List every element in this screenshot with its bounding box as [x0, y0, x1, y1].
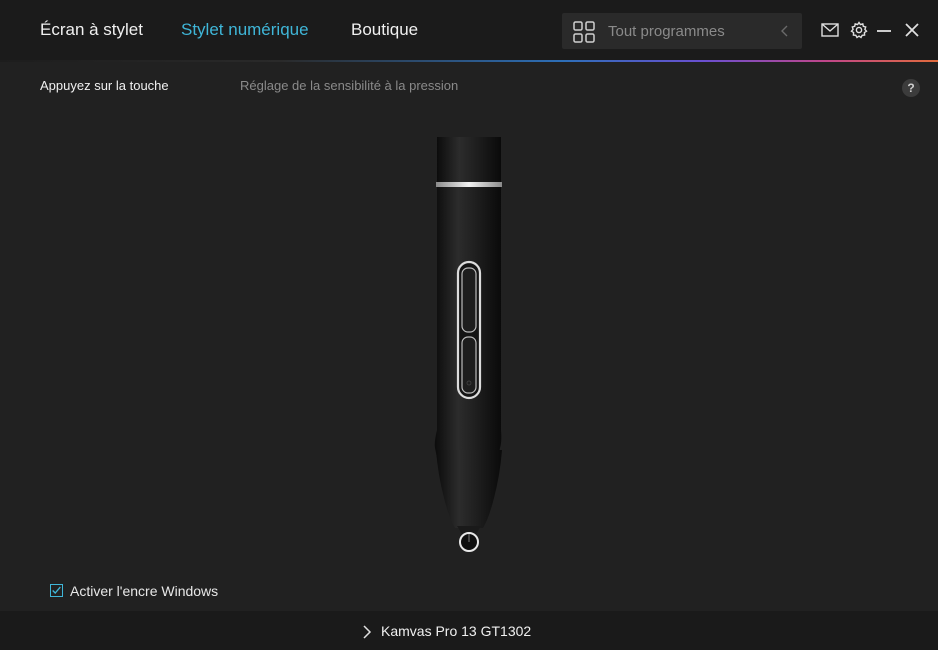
pen-illustration — [434, 137, 502, 552]
footer-bar: Kamvas Pro 13 GT1302 — [0, 611, 938, 650]
header-accent-line — [0, 60, 938, 62]
device-name: Kamvas Pro 13 GT1302 — [381, 623, 532, 639]
close-icon[interactable] — [902, 20, 922, 40]
mail-icon[interactable] — [820, 20, 840, 40]
app-window: Écran à stylet Stylet numérique Boutique… — [0, 0, 938, 650]
help-button[interactable]: ? — [902, 79, 920, 97]
check-icon — [52, 586, 61, 595]
tab-digital-pen[interactable]: Stylet numérique — [181, 20, 309, 40]
program-selector-label: Tout programmes — [608, 23, 725, 40]
subtab-pressure-sensitivity[interactable]: Réglage de la sensibilité à la pression — [240, 78, 458, 93]
subtab-press-key[interactable]: Appuyez sur la touche — [40, 78, 169, 93]
windows-ink-label: Activer l'encre Windows — [70, 583, 219, 599]
chevron-right-icon — [363, 625, 372, 639]
tab-pen-display[interactable]: Écran à stylet — [40, 20, 143, 40]
gear-icon[interactable] — [849, 20, 869, 40]
pen-side-buttons — [456, 260, 482, 400]
minimize-icon[interactable] — [874, 20, 894, 40]
program-selector[interactable]: Tout programmes — [562, 13, 802, 49]
chevron-left-icon[interactable] — [778, 23, 792, 39]
grid-icon — [573, 21, 595, 43]
header-bar: Écran à stylet Stylet numérique Boutique… — [0, 0, 938, 60]
checkbox-box[interactable] — [50, 584, 63, 597]
tab-store[interactable]: Boutique — [351, 20, 418, 40]
